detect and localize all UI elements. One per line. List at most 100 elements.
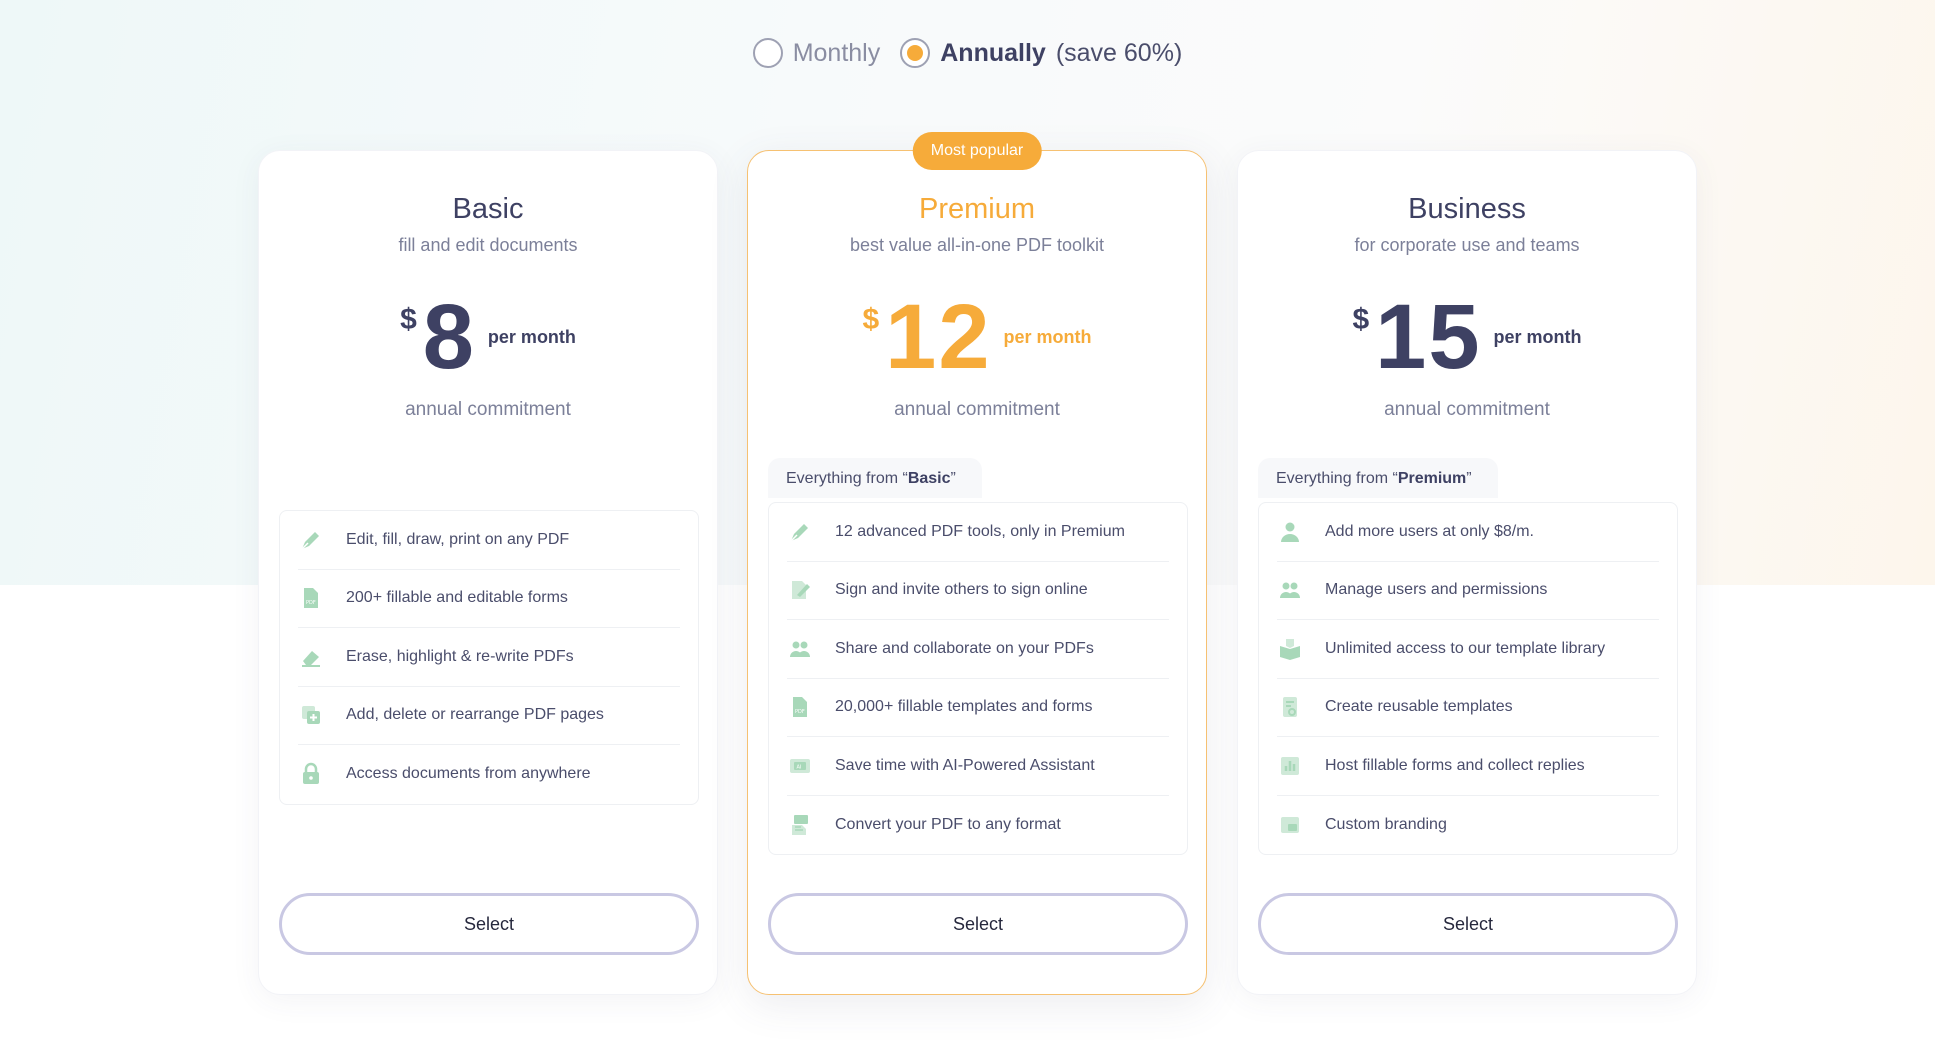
branding-icon bbox=[1277, 812, 1303, 838]
lock-icon bbox=[298, 761, 324, 787]
plan-name: Business bbox=[1408, 193, 1526, 225]
plan-card-basic: Basic fill and edit documents $ 8 per mo… bbox=[258, 150, 718, 995]
feature-label: Convert your PDF to any format bbox=[835, 815, 1061, 833]
plan-name: Premium bbox=[918, 193, 1035, 225]
chart-form-icon bbox=[1277, 753, 1303, 779]
template-library-icon bbox=[1277, 636, 1303, 662]
feature-item: Manage users and permissions bbox=[1277, 562, 1659, 620]
feature-item: Erase, highlight & re-write PDFs bbox=[298, 628, 680, 687]
feature-item: Share and collaborate on your PDFs bbox=[787, 620, 1169, 679]
price-amount: 12 bbox=[885, 286, 992, 388]
feature-label: Unlimited access to our template library bbox=[1325, 639, 1606, 657]
ai-icon: AI bbox=[787, 753, 813, 779]
feature-label: Create reusable templates bbox=[1325, 698, 1513, 716]
currency-symbol: $ bbox=[1352, 303, 1370, 336]
price-period: per month bbox=[1003, 327, 1092, 347]
price-amount: 15 bbox=[1375, 286, 1482, 388]
feature-label: Edit, fill, draw, print on any PDF bbox=[346, 530, 570, 548]
feature-item: Access documents from anywhere bbox=[298, 745, 680, 804]
feature-label: Sign and invite others to sign online bbox=[835, 581, 1088, 599]
feature-item: AI Save time with AI-Powered Assistant bbox=[787, 737, 1169, 796]
currency-symbol: $ bbox=[400, 303, 417, 336]
reusable-template-icon bbox=[1277, 694, 1303, 720]
pen-icon bbox=[787, 519, 813, 545]
select-basic-button[interactable]: Select bbox=[279, 893, 699, 955]
feature-item: PDF 20,000+ fillable templates and forms bbox=[787, 679, 1169, 737]
price: $ 15 per month bbox=[1238, 291, 1696, 383]
feature-item: Sign and invite others to sign online bbox=[787, 562, 1169, 620]
plan-name: Basic bbox=[452, 193, 524, 225]
select-business-button[interactable]: Select bbox=[1258, 893, 1678, 955]
feature-label: 12 advanced PDF tools, only in Premium bbox=[835, 522, 1125, 540]
convert-icon bbox=[787, 812, 813, 838]
feature-label: 200+ fillable and editable forms bbox=[346, 589, 568, 607]
price-amount: 8 bbox=[422, 286, 476, 388]
feature-label: 20,000+ fillable templates and forms bbox=[835, 698, 1093, 716]
select-premium-button[interactable]: Select bbox=[768, 893, 1188, 955]
price: $ 12 per month bbox=[748, 291, 1206, 383]
everything-prefix: Everything from “ bbox=[1276, 470, 1398, 487]
plan-subtitle: best value all-in-one PDF toolkit bbox=[849, 235, 1105, 255]
currency-symbol: $ bbox=[862, 303, 880, 336]
sign-icon bbox=[787, 577, 813, 603]
feature-label: Add more users at only $8/m. bbox=[1325, 522, 1534, 540]
svg-text:PDF: PDF bbox=[795, 709, 805, 715]
billing-option-annually[interactable]: Annually (save 60%) bbox=[900, 38, 1182, 68]
commitment-note: annual commitment bbox=[1384, 399, 1550, 420]
feature-list: Add more users at only $8/m. Manage user… bbox=[1258, 502, 1678, 855]
feature-label: Host fillable forms and collect replies bbox=[1325, 756, 1585, 774]
svg-text:PDF: PDF bbox=[306, 600, 316, 606]
save-note: (save 60%) bbox=[1055, 38, 1183, 67]
plan-card-business: Business for corporate use and teams $ 1… bbox=[1237, 150, 1697, 995]
user-icon bbox=[1277, 519, 1303, 545]
feature-item: Host fillable forms and collect replies bbox=[1277, 737, 1659, 796]
everything-plan: Basic bbox=[907, 470, 951, 487]
commitment-note: annual commitment bbox=[894, 399, 1060, 420]
feature-label: Save time with AI-Powered Assistant bbox=[835, 756, 1095, 774]
billing-option-monthly[interactable]: Monthly bbox=[752, 38, 881, 68]
feature-label: Add, delete or rearrange PDF pages bbox=[346, 706, 604, 724]
feature-label: Erase, highlight & re-write PDFs bbox=[346, 647, 574, 665]
everything-suffix: ” bbox=[1466, 470, 1472, 487]
billing-option-label: Monthly bbox=[792, 38, 881, 67]
billing-option-label: Annually bbox=[940, 38, 1046, 67]
feature-list: Edit, fill, draw, print on any PDF PDF 2… bbox=[279, 510, 699, 805]
svg-text:AI: AI bbox=[797, 764, 802, 770]
most-popular-badge: Most popular bbox=[912, 132, 1042, 170]
pdf-form-icon: PDF bbox=[787, 694, 813, 720]
plan-card-premium: Most popular Premium best value all-in-o… bbox=[747, 132, 1207, 995]
feature-item: PDF 200+ fillable and editable forms bbox=[298, 570, 680, 628]
radio-monthly[interactable] bbox=[752, 38, 783, 68]
everything-prefix: Everything from “ bbox=[786, 470, 908, 487]
feature-label: Access documents from anywhere bbox=[346, 765, 591, 783]
pen-icon bbox=[298, 527, 324, 553]
everything-from-tab: Everything from “Premium” bbox=[1258, 458, 1498, 498]
feature-item: Add more users at only $8/m. bbox=[1277, 503, 1659, 562]
add-pages-icon bbox=[298, 702, 324, 728]
price-period: per month bbox=[487, 327, 576, 347]
eraser-icon bbox=[298, 644, 324, 670]
feature-item: Add, delete or rearrange PDF pages bbox=[298, 687, 680, 745]
billing-toggle: Monthly Annually (save 60%) bbox=[0, 38, 1935, 68]
pdf-form-icon: PDF bbox=[298, 585, 324, 611]
feature-list: 12 advanced PDF tools, only in Premium S… bbox=[768, 502, 1188, 855]
price-period: per month bbox=[1493, 327, 1582, 347]
feature-item: Convert your PDF to any format bbox=[787, 796, 1169, 855]
everything-suffix: ” bbox=[950, 470, 956, 487]
feature-label: Custom branding bbox=[1325, 815, 1447, 833]
users-icon bbox=[787, 636, 813, 662]
plan-subtitle: for corporate use and teams bbox=[1354, 235, 1580, 255]
feature-label: Share and collaborate on your PDFs bbox=[835, 639, 1094, 657]
radio-annually[interactable] bbox=[900, 38, 931, 68]
commitment-note: annual commitment bbox=[405, 399, 571, 420]
users-icon bbox=[1277, 577, 1303, 603]
feature-label: Manage users and permissions bbox=[1325, 581, 1548, 599]
plan-subtitle: fill and edit documents bbox=[398, 235, 578, 255]
feature-item: Unlimited access to our template library bbox=[1277, 620, 1659, 679]
price: $ 8 per month bbox=[259, 291, 717, 383]
feature-item: 12 advanced PDF tools, only in Premium bbox=[787, 503, 1169, 562]
everything-from-tab: Everything from “Basic” bbox=[768, 458, 982, 498]
everything-plan: Premium bbox=[1397, 470, 1467, 487]
feature-item: Create reusable templates bbox=[1277, 679, 1659, 737]
feature-item: Edit, fill, draw, print on any PDF bbox=[298, 511, 680, 570]
